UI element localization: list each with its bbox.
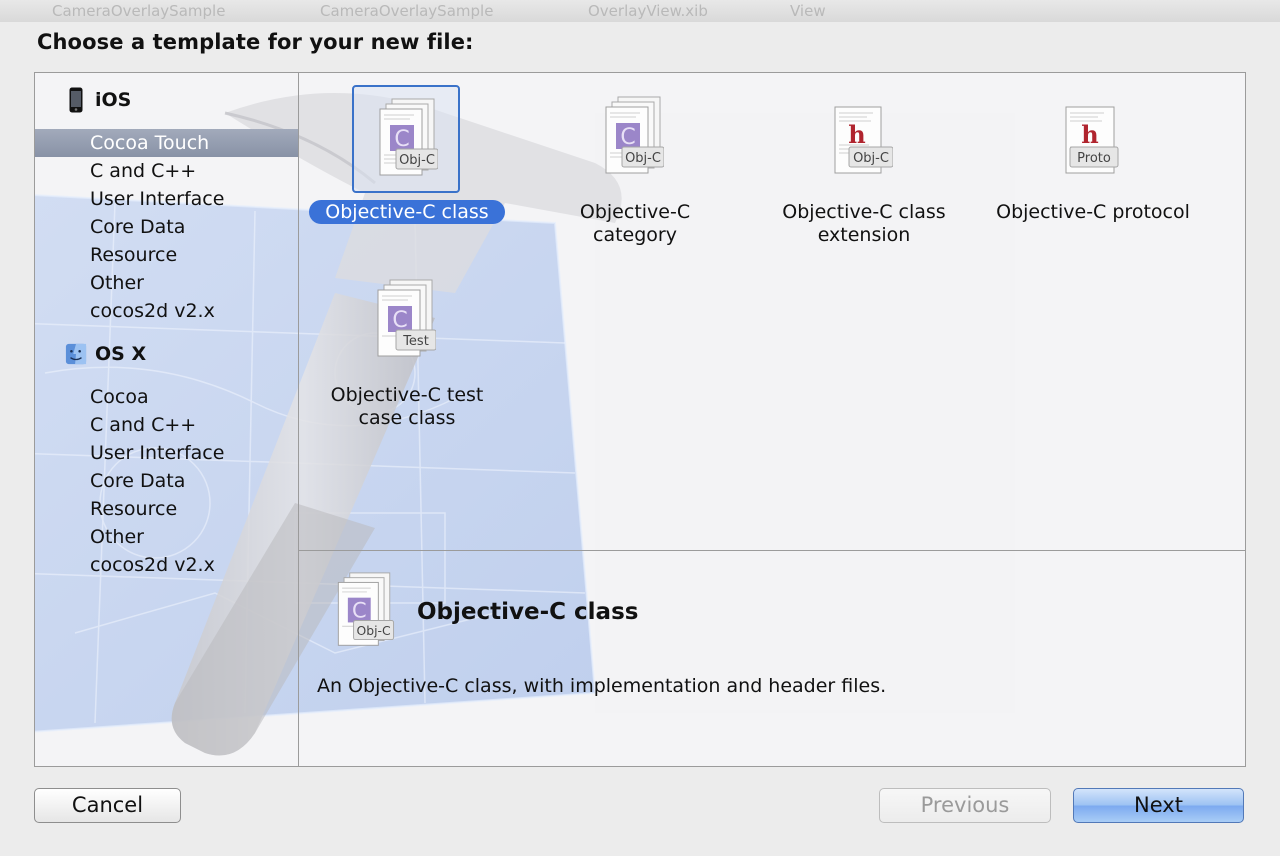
file-letter: C bbox=[352, 599, 367, 623]
file-badge: Obj-C bbox=[357, 624, 391, 638]
icon-frame: C Test bbox=[352, 268, 460, 376]
file-badge: Obj-C bbox=[399, 153, 435, 168]
file-letter: h bbox=[848, 120, 865, 149]
objc-class-file-icon: C Obj-C bbox=[337, 572, 395, 646]
file-badge: Obj-C bbox=[625, 151, 661, 166]
sidebar-item-other[interactable]: Other bbox=[35, 269, 298, 297]
description-text: An Objective-C class, with implementatio… bbox=[317, 675, 887, 697]
template-label: Objective-C category bbox=[522, 201, 748, 247]
sidebar-item-user-interface[interactable]: User Interface bbox=[35, 439, 298, 467]
breadcrumb-item: OverlayView.xib bbox=[588, 2, 708, 20]
template-name: Objective-C class bbox=[782, 201, 946, 223]
template-objc-category[interactable]: C Obj-C Objective-C category bbox=[522, 73, 748, 246]
template-name: Objective-C test bbox=[330, 384, 484, 406]
template-name-line2: extension bbox=[817, 224, 911, 246]
template-chooser-panel: iOS Cocoa Touch C and C++ User Interface… bbox=[34, 72, 1246, 767]
icon-frame: h Obj-C bbox=[809, 85, 917, 193]
sidebar-item-c-and-cpp[interactable]: C and C++ bbox=[35, 157, 298, 185]
template-name: Objective-C class bbox=[309, 200, 505, 224]
breadcrumb-item: CameraOverlaySample bbox=[52, 2, 226, 20]
iphone-icon bbox=[65, 87, 87, 113]
previous-button[interactable]: Previous bbox=[879, 788, 1051, 823]
sidebar-item-c-and-cpp[interactable]: C and C++ bbox=[35, 411, 298, 439]
sidebar-item-resource[interactable]: Resource bbox=[35, 495, 298, 523]
sidebar-group-ios[interactable]: iOS bbox=[65, 86, 131, 114]
objc-category-file-icon: C Obj-C bbox=[605, 96, 664, 174]
sidebar-item-core-data[interactable]: Core Data bbox=[35, 467, 298, 495]
file-badge: Proto bbox=[1077, 151, 1111, 166]
sidebar-group-osx[interactable]: OS X bbox=[65, 340, 146, 368]
template-objc-class-extension[interactable]: h Obj-C Objective-C class extension bbox=[751, 73, 977, 246]
file-letter: C bbox=[394, 127, 409, 152]
icon-frame: h Proto bbox=[1038, 85, 1146, 193]
template-label: Objective-C class extension bbox=[751, 201, 977, 247]
template-grid: C Obj-C Objective-C class C Obj-C Object… bbox=[299, 73, 1245, 551]
file-letter: C bbox=[392, 308, 407, 333]
next-button[interactable]: Next bbox=[1073, 788, 1244, 823]
file-letter: h bbox=[1081, 120, 1098, 149]
breadcrumb-item: CameraOverlaySample bbox=[320, 2, 494, 20]
window-titlebar: CameraOverlaySample CameraOverlaySample … bbox=[0, 0, 1280, 22]
sidebar-item-other[interactable]: Other bbox=[35, 523, 298, 551]
sidebar-group-label: OS X bbox=[95, 343, 147, 365]
template-name-line2: case class bbox=[358, 407, 456, 429]
sidebar-item-core-data[interactable]: Core Data bbox=[35, 213, 298, 241]
template-label: Objective-C class bbox=[294, 200, 520, 224]
sidebar-item-cocoa-touch[interactable]: Cocoa Touch bbox=[35, 129, 298, 157]
template-objc-class[interactable]: C Obj-C Objective-C class bbox=[294, 73, 520, 243]
objc-extension-file-icon: h Obj-C bbox=[834, 106, 893, 174]
description-title: Objective-C class bbox=[417, 599, 639, 625]
sidebar-item-cocos2d[interactable]: cocos2d v2.x bbox=[35, 297, 298, 325]
file-badge: Obj-C bbox=[853, 151, 889, 166]
template-description: C Obj-C Objective-C class An Objective-C… bbox=[299, 551, 1245, 766]
objc-protocol-file-icon: h Proto bbox=[1065, 106, 1119, 174]
template-objc-test-case[interactable]: C Test Objective-C test case class bbox=[294, 256, 520, 429]
sidebar-item-user-interface[interactable]: User Interface bbox=[35, 185, 298, 213]
template-label: Objective-C test case class bbox=[294, 384, 520, 430]
sidebar-item-cocos2d[interactable]: cocos2d v2.x bbox=[35, 551, 298, 579]
breadcrumb-item: View bbox=[790, 2, 826, 20]
template-name-line2: category bbox=[593, 224, 677, 246]
sidebar-group-label: iOS bbox=[95, 89, 132, 111]
selection-frame: C Obj-C bbox=[352, 85, 460, 193]
objc-test-file-icon: C Test bbox=[377, 279, 436, 357]
sidebar-item-resource[interactable]: Resource bbox=[35, 241, 298, 269]
template-label: Objective-C protocol bbox=[980, 201, 1206, 224]
template-category-sidebar: iOS Cocoa Touch C and C++ User Interface… bbox=[35, 73, 299, 766]
file-letter: C bbox=[620, 125, 635, 150]
template-objc-protocol[interactable]: h Proto Objective-C protocol bbox=[980, 73, 1206, 243]
finder-icon bbox=[65, 341, 87, 367]
objc-class-file-icon: C Obj-C bbox=[379, 98, 438, 176]
icon-frame: C Obj-C bbox=[580, 85, 688, 193]
file-badge: Test bbox=[402, 334, 429, 349]
page-title: Choose a template for your new file: bbox=[37, 30, 474, 54]
template-name: Objective-C bbox=[579, 201, 691, 223]
cancel-button[interactable]: Cancel bbox=[34, 788, 181, 823]
sidebar-item-cocoa[interactable]: Cocoa bbox=[35, 383, 298, 411]
template-name: Objective-C protocol bbox=[996, 201, 1190, 223]
